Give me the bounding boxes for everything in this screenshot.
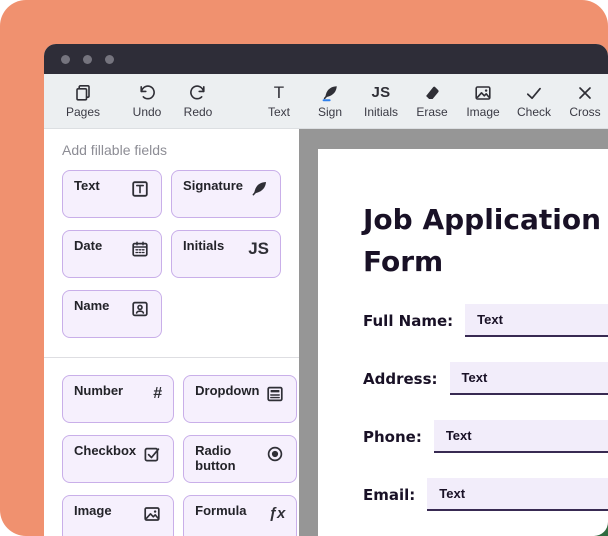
redo-icon [188,83,208,103]
window-control-dot[interactable] [61,55,70,64]
field-button-label: Name [74,299,109,314]
form-input-placeholder: Text [477,312,503,327]
cross-icon [575,83,595,103]
field-button-initials[interactable]: Initials JS [171,230,281,278]
field-button-formula[interactable]: Formula ƒx [183,495,297,536]
field-button-signature[interactable]: Signature [171,170,281,218]
form-field-label: Phone: [363,428,422,446]
form-row: Phone: Text [363,420,608,453]
initials-icon: JS [372,83,391,103]
field-button-label: Number [74,384,123,399]
field-group-advanced: Number # Dropdown [62,375,281,536]
editor-window: Pages Undo Redo [44,44,608,536]
image-icon [142,504,162,524]
toolbar-item-label: Redo [184,105,213,119]
form-input-phone[interactable]: Text [434,420,608,453]
toolbar-item-sign[interactable]: Sign [307,83,353,119]
field-button-label: Signature [183,179,243,194]
toolbar-item-label: Pages [66,105,100,119]
eraser-icon [422,83,442,103]
field-button-number[interactable]: Number # [62,375,174,423]
form-field-label: Email: [363,486,415,504]
document-title: Job Application Form [363,199,608,283]
toolbar-item-image[interactable]: Image [460,83,506,119]
form-input-address[interactable]: Text [450,362,608,395]
field-button-label: Radio button [195,444,259,474]
toolbar-item-label: Erase [416,105,447,119]
field-button-label: Text [74,179,100,194]
toolbar-item-redo[interactable]: Redo [175,83,221,119]
toolbar-item-undo[interactable]: Undo [124,83,170,119]
toolbar-item-check[interactable]: Check [511,83,557,119]
form-field-label: Full Name: [363,312,453,330]
field-button-checkbox[interactable]: Checkbox [62,435,174,483]
hero-canvas: Pages Undo Redo [0,0,608,536]
hash-icon: # [153,384,162,404]
dropdown-list-icon [265,384,285,404]
signature-pen-icon [320,83,340,103]
form-input-full-name[interactable]: Text [465,304,608,337]
form-input-placeholder: Text [439,486,465,501]
field-button-label: Initials [183,239,224,254]
pages-icon [73,83,93,103]
form-row: Full Name: Text [363,304,608,337]
toolbar-item-label: Undo [133,105,162,119]
toolbar-item-label: Sign [318,105,342,119]
document-page: Job Application Form Full Name: Text Add… [318,149,608,536]
calendar-icon [130,239,150,259]
editor-toolbar: Pages Undo Redo [44,74,608,129]
field-button-radio[interactable]: Radio button [183,435,297,483]
window-control-dot[interactable] [105,55,114,64]
boxed-text-icon [130,179,150,199]
sidebar-divider [44,357,299,358]
toolbar-item-cross[interactable]: Cross [562,83,608,119]
toolbar-item-label: Cross [569,105,600,119]
checkbox-icon [142,444,162,464]
field-group-basic: Text Signature [62,170,281,338]
sidebar-header: Add fillable fields [62,142,281,158]
toolbar-item-initials[interactable]: JS Initials [358,83,404,119]
field-button-label: Checkbox [74,444,136,459]
feather-icon [249,179,269,199]
document-area: Job Application Form Full Name: Text Add… [299,129,608,536]
initials-icon: JS [248,239,269,259]
toolbar-item-erase[interactable]: Erase [409,83,455,119]
form-input-placeholder: Text [462,370,488,385]
field-button-label: Image [74,504,112,519]
field-button-text[interactable]: Text [62,170,162,218]
field-button-label: Dropdown [195,384,259,399]
field-button-label: Formula [195,504,246,519]
toolbar-item-text[interactable]: T Text [256,83,302,119]
window-control-dot[interactable] [83,55,92,64]
fields-sidebar: Add fillable fields Text Signature [44,129,299,536]
grid-spacer [171,290,281,338]
toolbar-item-label: Check [517,105,551,119]
toolbar-item-label: Image [466,105,499,119]
form-input-placeholder: Text [446,428,472,443]
form-row: Email: Text [363,478,608,511]
field-button-dropdown[interactable]: Dropdown [183,375,297,423]
image-icon [473,83,493,103]
toolbar-item-label: Text [268,105,290,119]
toolbar-item-pages[interactable]: Pages [60,83,106,119]
toolbar-item-label: Initials [364,105,398,119]
formula-icon: ƒx [269,504,286,524]
check-icon [524,83,544,103]
id-card-icon [130,299,150,319]
text-tool-icon: T [274,83,284,103]
editor-content: Add fillable fields Text Signature [44,129,608,536]
radio-icon [265,444,285,464]
form-field-label: Address: [363,370,438,388]
undo-icon [137,83,157,103]
field-button-image[interactable]: Image [62,495,174,536]
form-input-email[interactable]: Text [427,478,608,511]
form-row: Address: Text [363,362,608,395]
field-button-name[interactable]: Name [62,290,162,338]
field-button-label: Date [74,239,102,254]
window-titlebar [44,44,608,74]
field-button-date[interactable]: Date [62,230,162,278]
